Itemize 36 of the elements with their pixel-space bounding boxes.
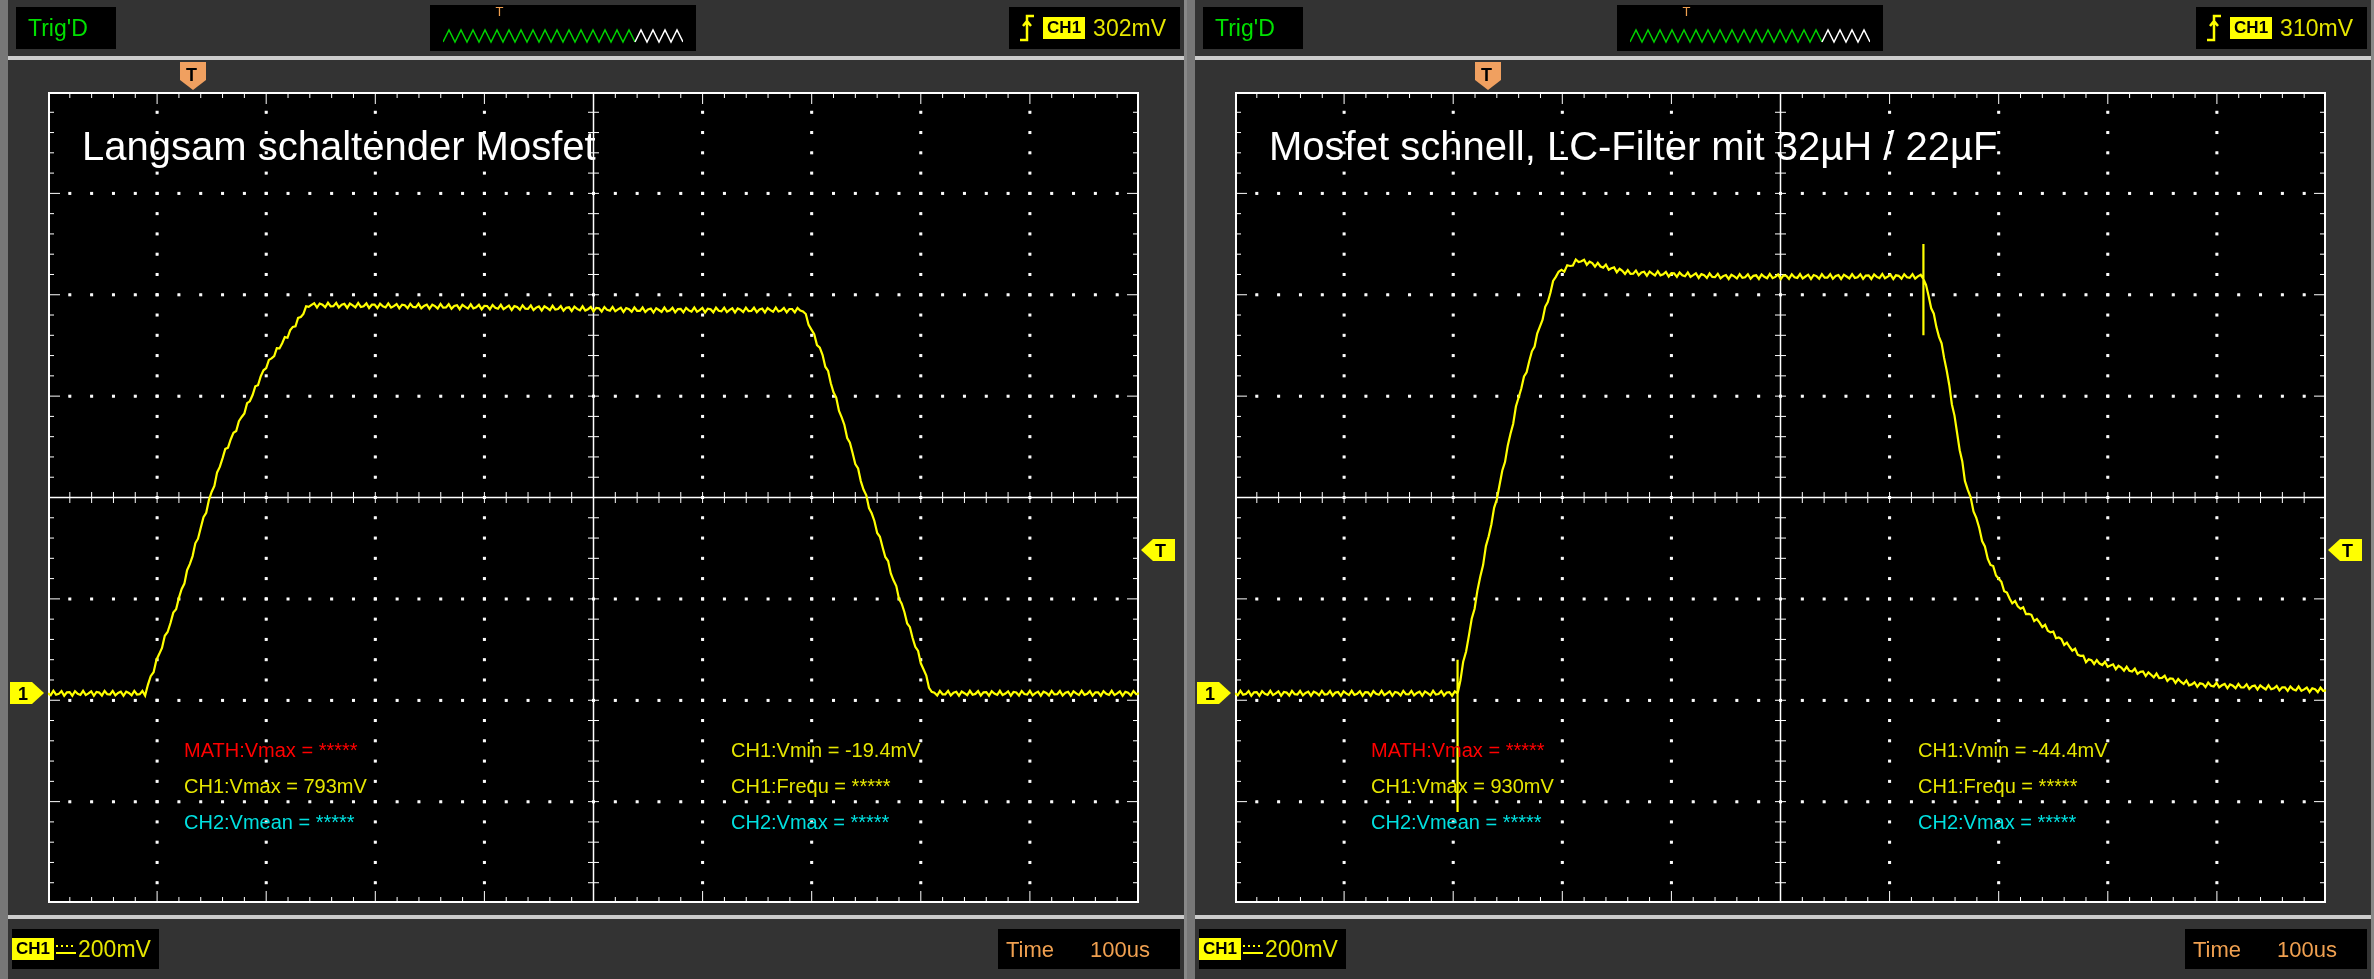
trigger-marker: T xyxy=(180,62,207,90)
measurement-text: CH1:Vmin = -19.4mV xyxy=(731,738,922,762)
trigger-level-marker: T xyxy=(2328,539,2362,562)
volts-per-division: 200mV xyxy=(78,934,151,964)
timebase-value: 100us xyxy=(1090,935,1150,964)
rising-edge-icon xyxy=(1019,14,1036,42)
timebase-label: Time xyxy=(2192,935,2242,964)
measurement-text: CH1:Frequ = ***** xyxy=(731,774,892,798)
rising-edge-icon xyxy=(2206,14,2223,42)
measurement-text: CH2:Vmax = ***** xyxy=(731,810,891,834)
dc-coupling-icon xyxy=(1243,943,1263,955)
measurement-text: CH1:Vmax = 793mV xyxy=(184,774,368,798)
channel-marker: 1 xyxy=(10,682,44,705)
measurement-text: CH2:Vmax = ***** xyxy=(1918,810,2078,834)
volts-per-division: 200mV xyxy=(1265,934,1338,964)
channel-badge: CH1 xyxy=(2230,17,2273,39)
trigger-position-marker: T xyxy=(1682,5,1691,19)
measurement-text: CH2:Vmean = ***** xyxy=(1371,810,1543,834)
trigger-level: 310mV xyxy=(2280,13,2353,43)
channel-badge: CH1 xyxy=(12,938,54,960)
measurement-text: CH1:Frequ = ***** xyxy=(1918,774,2079,798)
channel-badge: CH1 xyxy=(1043,17,1086,39)
trigger-position-marker: T xyxy=(495,5,504,19)
trigger-level-marker: T xyxy=(1141,539,1175,562)
trigger-status: Trig'D xyxy=(16,7,116,49)
trigger-marker: T xyxy=(1475,62,1502,90)
measurement-text: CH2:Vmean = ***** xyxy=(184,810,356,834)
trigger-status: Trig'D xyxy=(1203,7,1303,49)
channel-marker: 1 xyxy=(1197,682,1231,705)
trigger-level: 302mV xyxy=(1093,13,1166,43)
measurement-text: CH1:Vmin = -44.4mV xyxy=(1918,738,2109,762)
dc-coupling-icon xyxy=(56,943,76,955)
timebase-value: 100us xyxy=(2277,935,2337,964)
channel-badge: CH1 xyxy=(1199,938,1241,960)
measurement-text: MATH:Vmax = ***** xyxy=(184,738,359,762)
timebase-label: Time xyxy=(1005,935,1055,964)
